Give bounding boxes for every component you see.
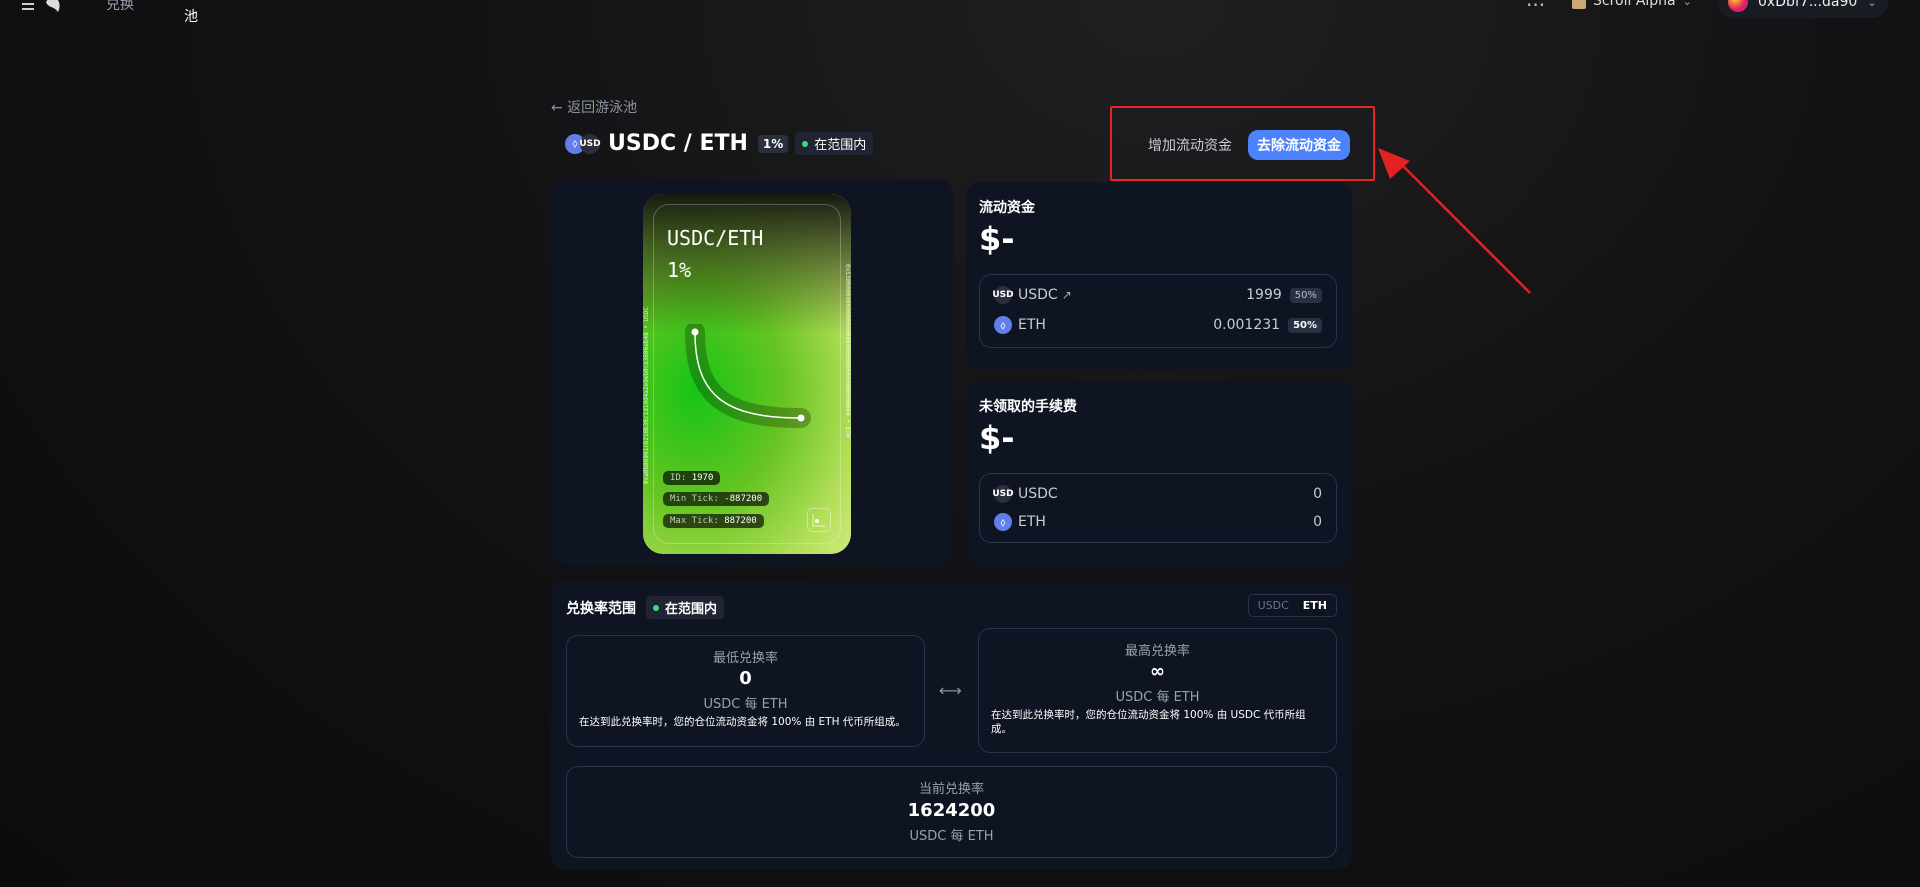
nft-max-tick-tag: Max Tick: 887200 [663,514,764,528]
liquidity-amount: $- [979,220,1015,258]
min-price-label: 最低兑换率 [712,651,778,666]
eth-token-icon: ⬨ [994,513,1012,531]
token-amount: 0.001231 [1213,317,1281,333]
status-dot-icon [653,604,659,611]
chevron-down-icon: ⌄ [1682,0,1692,8]
in-range-label: 在范围内 [665,602,718,617]
fees-title: 未领取的手续费 [979,399,1077,415]
token-name: USDC ↗ [1018,287,1072,303]
top-nav: 兑换 池 ··· Scroll Alpha ⌄ 0xDbf7...da90 ⌄ [0,0,1920,30]
usdc-token-icon: USD [579,133,601,154]
max-price-note: 在达到此兑换率时，您的仓位流动资金将 100% 由 USDC 代币所组成。 [991,709,1306,735]
in-range-label: 在范围内 [814,138,867,153]
list-item[interactable]: USD USDC ↗ 1999 50% [992,286,1322,304]
nav-swap[interactable]: 兑换 [106,0,134,14]
fees-amount: $- [979,419,1015,457]
more-menu-icon[interactable]: ··· [1526,0,1545,17]
position-header: ⬨ USD USDC / ETH 1% 在范围内 [565,131,874,156]
pair-title: USDC / ETH [608,131,748,156]
token-amount: 1999 [1246,287,1282,303]
usdc-token-icon: USD [992,485,1014,503]
token-name: ETH [1018,514,1046,530]
list-item: USD USDC 0 [992,485,1322,503]
current-price-box: 当前兑换率 1624200 USDC 每 ETH [566,766,1337,858]
current-price-label: 当前兑换率 [918,782,984,797]
add-liquidity-button[interactable]: 增加流动资金 [1140,130,1240,160]
avatar [1728,0,1748,12]
nft-pair: USDC/ETH [667,226,764,250]
liquidity-title: 流动资金 [979,200,1035,216]
nft-fee: 1% [667,258,692,282]
annotation-arrow-icon [1378,148,1531,294]
price-range-title: 兑换率范围 [566,600,636,617]
fees-breakdown: USD USDC 0 ⬨ ETH 0 [979,473,1337,543]
eth-token-icon: ⬨ [994,316,1012,334]
nft-title: USDC/ETH 1% [667,222,763,286]
price-range-header: 兑换率范围 在范围内 [566,596,725,619]
token-amount: 0 [1313,514,1322,530]
wallet-address: 0xDbf7...da90 [1758,0,1858,10]
in-range-badge: 在范围内 [795,132,874,155]
external-link-icon: ↗ [1061,288,1072,302]
max-price-unit: USDC 每 ETH [1115,690,1200,705]
list-item: ⬨ ETH 0.001231 50% [994,316,1322,334]
chain-name: Scroll Alpha [1593,0,1676,9]
price-range-card: 兑换率范围 在范围内 USDC ETH 最低兑换率 0 USDC 每 ETH 在… [551,581,1352,870]
max-price-value: ∞ [1150,661,1165,682]
chain-selector[interactable]: Scroll Alpha ⌄ [1572,0,1692,9]
scroll-chain-icon [1572,0,1586,9]
remove-liquidity-label: 去除流动资金 [1257,138,1341,154]
liquidity-card: 流动资金 $- USD USDC ↗ 1999 50% ⬨ ETH 0.00123… [966,182,1352,370]
fee-tier-badge: 1% [757,134,789,153]
list-item: ⬨ ETH 0 [994,513,1322,531]
toggle-usdc[interactable]: USDC [1251,597,1296,614]
toggle-eth[interactable]: ETH [1296,597,1334,614]
nft-side-text-left: 0xa0b86991c6218b36c1d19d4a2e9eb0ce3606eb… [643,306,650,484]
min-price-box: 最低兑换率 0 USDC 每 ETH 在达到此兑换率时，您的仓位流动资金将 10… [566,635,925,747]
nft-side-text-right: 0x53000000000000000000000000000000000000… [844,264,851,438]
current-price-unit: USDC 每 ETH [909,829,994,844]
position-nft-image: USDC/ETH 1% 0xa0b86991c6218b36c1d19d4a2e… [643,194,851,554]
nft-range-icon [807,508,831,532]
share-badge: 50% [1289,287,1322,303]
min-price-note: 在达到此兑换率时，您的仓位流动资金将 100% 由 ETH 代币所组成。 [579,716,906,728]
min-price-unit: USDC 每 ETH [703,697,788,712]
double-arrow-icon: ⟷ [939,681,962,700]
back-to-pools-link[interactable]: ← 返回游泳池 [551,97,637,117]
remove-liquidity-button[interactable]: 去除流动资金 [1248,130,1350,160]
in-range-badge: 在范围内 [646,596,725,619]
current-price-value: 1624200 [907,800,996,821]
token-name: USDC [1018,486,1058,502]
token-amount: 0 [1313,486,1322,502]
wallet-button[interactable]: 0xDbf7...da90 ⌄ [1718,0,1888,18]
unclaimed-fees-card: 未领取的手续费 $- USD USDC 0 ⬨ ETH 0 [966,381,1352,567]
max-price-label: 最高兑换率 [1124,644,1190,659]
base-token-toggle: USDC ETH [1247,594,1337,617]
max-price-box: 最高兑换率 ∞ USDC 每 ETH 在达到此兑换率时，您的仓位流动资金将 10… [978,628,1337,753]
liquidity-breakdown: USD USDC ↗ 1999 50% ⬨ ETH 0.001231 50% [979,274,1337,348]
usdc-token-icon: USD [992,286,1014,304]
token-name: ETH [1018,317,1046,333]
chevron-down-icon: ⌄ [1867,0,1877,9]
back-link-label: ← 返回游泳池 [551,100,638,116]
min-price-value: 0 [739,668,752,689]
status-dot-icon [802,140,809,147]
share-badge: 50% [1288,317,1322,333]
nav-pool[interactable]: 池 [184,6,198,26]
nft-id-tag: ID: 1970 [663,471,721,485]
position-nft-card: USDC/ETH 1% 0xa0b86991c6218b36c1d19d4a2e… [551,180,953,566]
nft-curve-graphic [685,324,811,428]
nft-min-tick-tag: Min Tick: -887200 [663,492,770,506]
uniswap-logo-icon[interactable] [20,0,74,16]
